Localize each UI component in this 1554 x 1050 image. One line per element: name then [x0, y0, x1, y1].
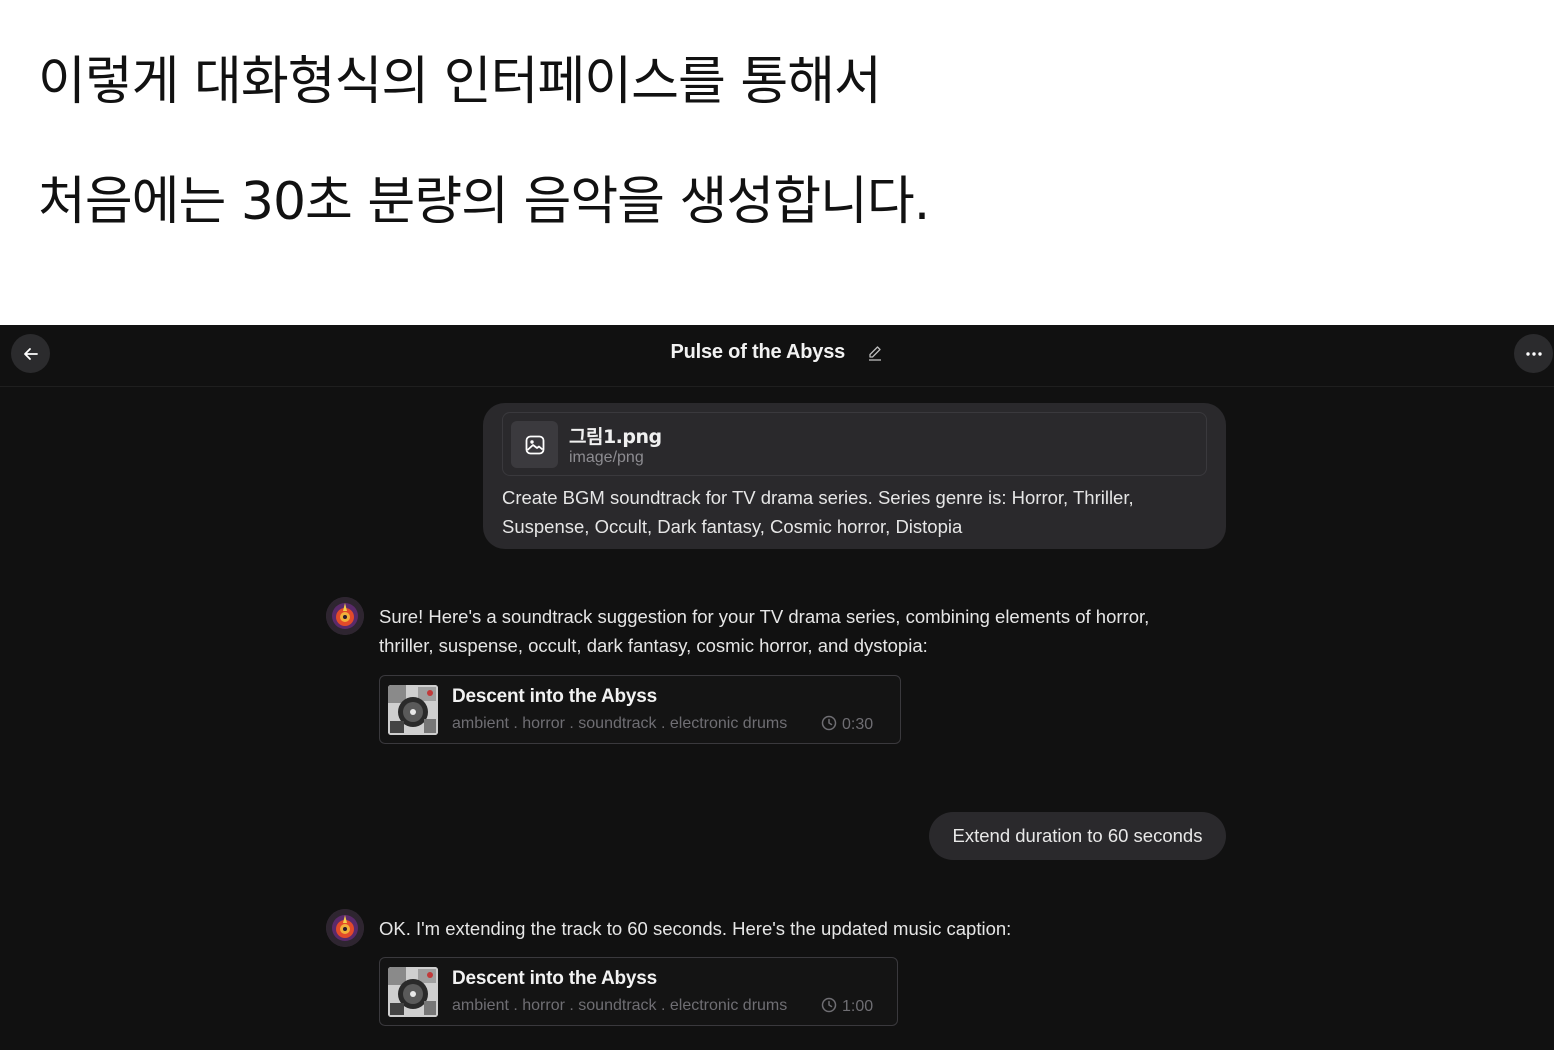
top-bar: Pulse of the Abyss: [0, 325, 1554, 387]
assistant-message-text-2: OK. I'm extending the track to 60 second…: [379, 918, 1012, 939]
track-card[interactable]: Descent into the Abyss ambient . horror …: [379, 675, 901, 744]
caption-line-2: 처음에는 30초 분량의 음악을 생성합니다.: [38, 172, 930, 232]
slide-caption: 이렇게 대화형식의 인터페이스를 통해서 처음에는 30초 분량의 음악을 생성…: [38, 0, 1518, 325]
assistant-message-text: Sure! Here's a soundtrack suggestion for…: [379, 606, 1150, 656]
track-cover-art: [388, 967, 438, 1017]
attachment-filename: 그림1.png: [569, 426, 662, 448]
track-duration: 1:00: [821, 997, 873, 1016]
caption-line-1: 이렇게 대화형식의 인터페이스를 통해서: [38, 52, 882, 112]
chat-app-window: Pulse of the Abyss 그림1.png image/png Cre…: [0, 325, 1554, 1050]
track-title: Descent into the Abyss: [452, 686, 657, 707]
attachment-card[interactable]: 그림1.png image/png: [502, 412, 1207, 476]
attachment-filetype: image/png: [569, 449, 644, 466]
clock-icon: [821, 715, 837, 731]
more-options-button[interactable]: [1514, 334, 1553, 373]
track-duration-value: 0:30: [842, 716, 874, 733]
track-tags: ambient . horror . soundtrack . electron…: [452, 997, 788, 1014]
user-message-bubble: 그림1.png image/png Create BGM soundtrack …: [483, 403, 1226, 549]
track-tags: ambient . horror . soundtrack . electron…: [452, 715, 788, 732]
track-card-2[interactable]: Descent into the Abyss ambient . horror …: [379, 957, 898, 1026]
track-cover-art: [388, 685, 438, 735]
track-duration: 0:30: [821, 715, 873, 734]
assistant-avatar-2: [326, 909, 364, 947]
clock-icon: [821, 997, 837, 1013]
pencil-icon: [868, 345, 881, 361]
user-message-bubble-2: Extend duration to 60 seconds: [929, 812, 1226, 860]
ellipsis-icon: [1525, 351, 1542, 356]
assistant-avatar: [326, 597, 364, 635]
image-file-icon: [511, 421, 558, 468]
edit-title-button[interactable]: [866, 344, 884, 362]
user-message-text: Create BGM soundtrack for TV drama serie…: [502, 487, 1134, 537]
track-title: Descent into the Abyss: [452, 968, 657, 989]
title-wrap: Pulse of the Abyss: [0, 341, 1554, 369]
conversation-title: Pulse of the Abyss: [670, 341, 846, 363]
track-duration-value: 1:00: [842, 998, 874, 1015]
